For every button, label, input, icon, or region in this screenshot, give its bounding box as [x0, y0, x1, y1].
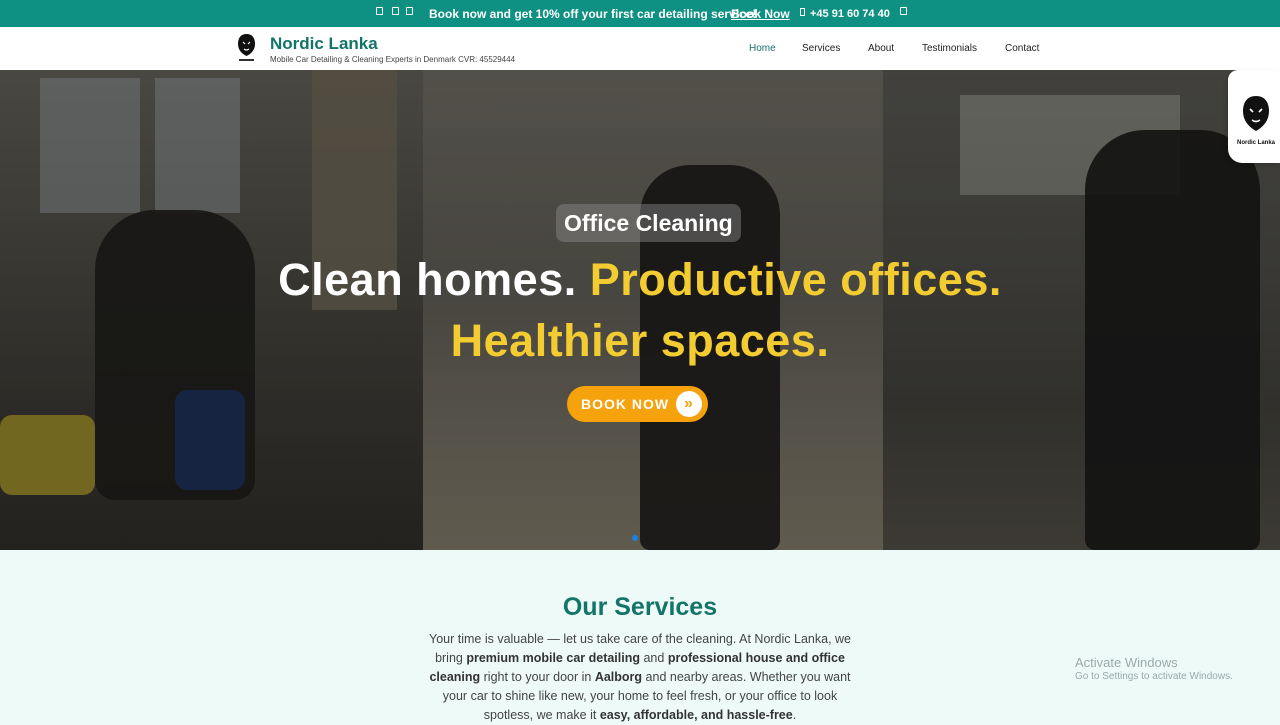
hero-headline: Clean homes. Productive offices. [0, 254, 1280, 306]
hero-headline-white: Clean homes. [278, 254, 577, 305]
nav-home[interactable]: Home [749, 43, 776, 54]
social-icon[interactable] [900, 7, 907, 15]
phone-number[interactable]: +45 91 60 74 40 [810, 8, 890, 20]
hero-category-tag: Office Cleaning [556, 204, 741, 242]
intro-text: and [640, 651, 668, 665]
floating-logo-badge[interactable]: Nordic Lanka [1228, 70, 1280, 163]
nav-contact[interactable]: Contact [1005, 43, 1039, 54]
book-now-link[interactable]: Book Now [731, 7, 790, 21]
book-now-button[interactable]: BOOK NOW » [567, 386, 708, 422]
lion-logo-icon [1243, 96, 1269, 131]
services-title: Our Services [562, 593, 718, 621]
brand-tagline: Mobile Car Detailing & Cleaning Experts … [270, 55, 516, 64]
intro-text: . [792, 708, 797, 722]
nav-about[interactable]: About [868, 43, 894, 54]
book-now-label: BOOK NOW [581, 396, 670, 412]
social-icon[interactable] [376, 7, 383, 15]
windows-activation-watermark: Activate Windows Go to Settings to activ… [1075, 655, 1233, 682]
services-intro: Your time is valuable — let us take care… [420, 630, 860, 725]
double-chevron-right-icon: » [676, 391, 702, 417]
intro-text: right to your door in [480, 670, 595, 684]
watermark-title: Activate Windows [1075, 655, 1178, 670]
hero-slider: Office Cleaning Clean homes. Productive … [0, 70, 1280, 550]
intro-bold: easy, affordable, and hassle-free [599, 708, 793, 722]
intro-bold: premium mobile car detailing [466, 651, 640, 665]
social-icon[interactable] [406, 7, 413, 15]
promo-bar: Book now and get 10% off your first car … [0, 0, 1280, 27]
promo-text: Book now and get 10% off your first car … [429, 7, 757, 21]
logo-icon[interactable] [236, 32, 257, 64]
services-section: Our Services Your time is valuable — let… [0, 550, 1280, 722]
brand-name[interactable]: Nordic Lanka [270, 34, 378, 54]
watermark-subtitle: Go to Settings to activate Windows. [1075, 671, 1233, 682]
intro-bold: Aalborg [594, 670, 643, 684]
nav-services[interactable]: Services [802, 43, 840, 54]
hero-headline-line2: Healthier spaces. [450, 315, 830, 366]
site-header: Nordic Lanka Mobile Car Detailing & Clea… [0, 27, 1280, 71]
nav-testimonials[interactable]: Testimonials [922, 43, 977, 54]
hero-headline-yellow: Productive offices. [589, 254, 1002, 305]
social-icon[interactable] [392, 7, 399, 15]
floating-logo-text: Nordic Lanka [1236, 140, 1275, 146]
slider-dot[interactable] [632, 535, 638, 541]
phone-icon [800, 8, 805, 16]
